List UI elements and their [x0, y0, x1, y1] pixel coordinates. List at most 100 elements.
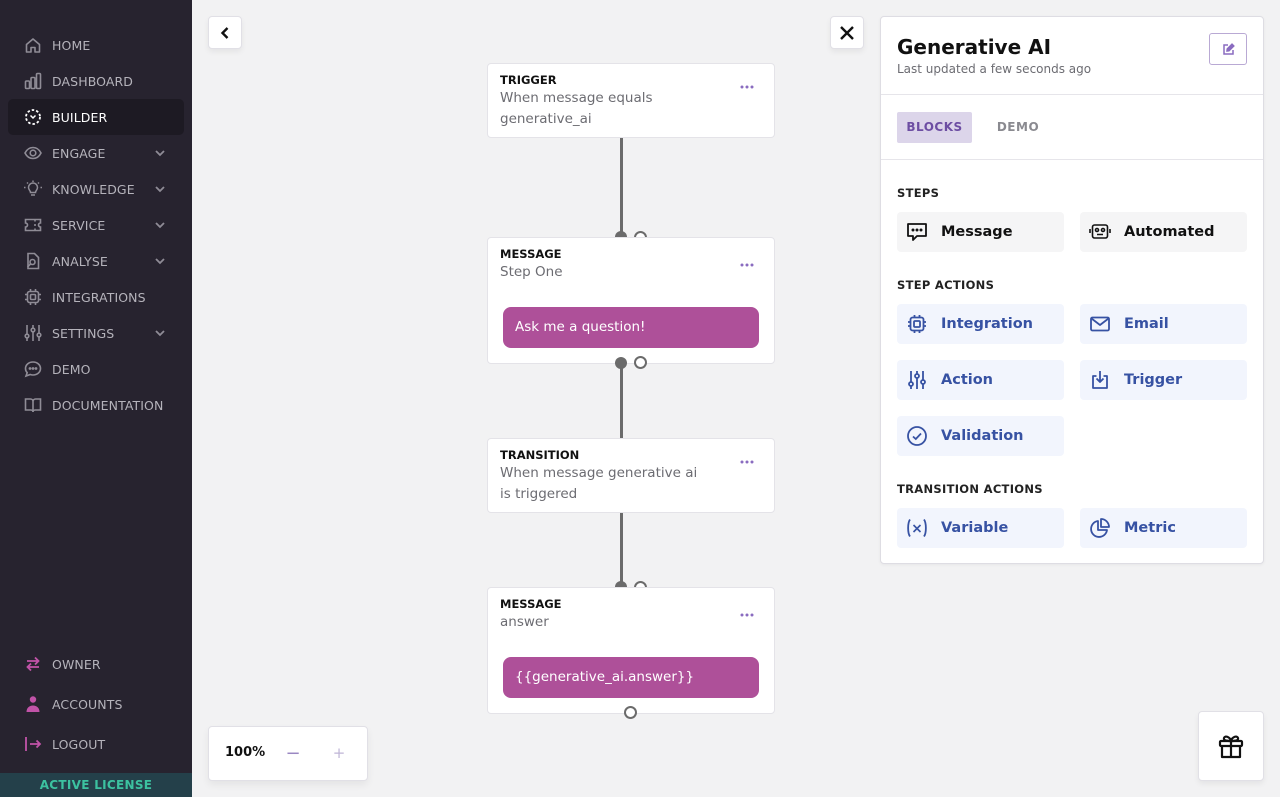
sidebar-item-label: HOME [52, 37, 91, 53]
active-license-badge: ACTIVE LICENSE [0, 773, 192, 797]
switch-arrows-icon [26, 656, 40, 672]
sidebar-item-accounts[interactable]: ACCOUNTS [8, 686, 184, 722]
connector-line [620, 363, 623, 438]
sidebar-item-label: SETTINGS [52, 325, 115, 341]
node-type: MESSAGE [500, 597, 562, 611]
block-label: Email [1124, 316, 1169, 332]
block-trigger[interactable]: Trigger [1080, 360, 1247, 400]
block-label: Variable [941, 520, 1009, 536]
flow-node-message[interactable]: MESSAGE answer {{generative_ai.answer}} [487, 587, 775, 714]
divider [881, 159, 1263, 160]
message-bubble[interactable]: Ask me a question! [503, 307, 759, 348]
section-label-step-actions: STEP ACTIONS [897, 278, 995, 292]
tab-blocks[interactable]: BLOCKS [897, 112, 972, 143]
chat-bubble-icon [24, 361, 42, 378]
sidebar-item-settings[interactable]: SETTINGS [8, 315, 184, 351]
connector-line [620, 137, 623, 237]
node-description: When message equals generative_ai [500, 90, 653, 127]
zoom-out-button[interactable]: − [285, 745, 301, 763]
divider [881, 94, 1263, 95]
flow-node-trigger[interactable]: TRIGGER When message equals generative_a… [487, 63, 775, 138]
zoom-in-button[interactable]: + [331, 744, 347, 762]
logout-icon [25, 737, 42, 751]
block-label: Message [941, 224, 1013, 240]
more-options-icon[interactable] [740, 84, 754, 90]
sidebar-item-knowledge[interactable]: KNOWLEDGE [8, 171, 184, 207]
panel-title: Generative AI [897, 35, 1052, 59]
sidebar-item-label: DASHBOARD [52, 73, 134, 89]
chip-icon [25, 289, 41, 305]
sidebar-item-label: DEMO [52, 361, 91, 377]
node-description: answer [500, 614, 549, 630]
block-email[interactable]: Email [1080, 304, 1247, 344]
tab-demo[interactable]: DEMO [985, 112, 1051, 143]
block-label: Validation [941, 428, 1024, 444]
whats-new-button[interactable] [1198, 711, 1264, 781]
flow-node-message[interactable]: MESSAGE Step One Ask me a question! [487, 237, 775, 364]
sidebar-item-owner[interactable]: OWNER [8, 646, 184, 682]
chevron-down-icon [155, 258, 165, 265]
chevron-down-icon [155, 222, 165, 229]
block-message[interactable]: Message [897, 212, 1064, 252]
sidebar-item-engage[interactable]: ENGAGE [8, 135, 184, 171]
book-icon [24, 398, 42, 413]
sliders-icon [908, 371, 926, 389]
download-box-icon [1092, 371, 1108, 389]
sidebar-item-demo[interactable]: DEMO [8, 351, 184, 387]
sidebar-item-label: ENGAGE [52, 145, 106, 161]
block-action[interactable]: Action [897, 360, 1064, 400]
back-button[interactable] [208, 16, 242, 49]
last-updated-text: Last updated a few seconds ago [897, 62, 1092, 76]
sidebar-item-label: LOGOUT [52, 736, 106, 752]
block-validation[interactable]: Validation [897, 416, 1064, 456]
sidebar-item-home[interactable]: HOME [8, 27, 184, 63]
sidebar: HOME DASHBOARD BUILDER ENGAGE KNOWLEDGE … [0, 0, 192, 797]
edit-icon [1222, 42, 1235, 55]
more-options-icon[interactable] [740, 612, 754, 618]
sidebar-item-service[interactable]: SERVICE [8, 207, 184, 243]
node-type: TRANSITION [500, 448, 580, 462]
node-description: When message generative ai is triggered [500, 465, 698, 502]
chevron-left-icon [220, 26, 229, 39]
edit-button[interactable] [1209, 33, 1247, 65]
block-label: Metric [1124, 520, 1176, 536]
flow-node-transition[interactable]: TRANSITION When message generative ai is… [487, 438, 775, 513]
zoom-level: 100% [225, 745, 266, 760]
ticket-icon [24, 218, 42, 232]
sidebar-item-label: SERVICE [52, 217, 106, 233]
block-label: Trigger [1124, 372, 1183, 388]
block-integration[interactable]: Integration [897, 304, 1064, 344]
sidebar-item-integrations[interactable]: INTEGRATIONS [8, 279, 184, 315]
robot-icon [1089, 224, 1111, 239]
block-metric[interactable]: Metric [1080, 508, 1247, 548]
section-label-steps: STEPS [897, 186, 940, 200]
sidebar-item-label: ANALYSE [52, 253, 108, 269]
sidebar-item-documentation[interactable]: DOCUMENTATION [8, 387, 184, 423]
home-icon [25, 38, 41, 53]
sliders-icon [24, 325, 42, 341]
gift-icon [1218, 735, 1244, 759]
file-search-icon [26, 252, 40, 270]
block-automated[interactable]: Automated [1080, 212, 1247, 252]
block-label: Automated [1124, 224, 1215, 240]
sidebar-item-builder[interactable]: BUILDER [8, 99, 184, 135]
sidebar-item-logout[interactable]: LOGOUT [8, 726, 184, 762]
block-label: Action [941, 372, 994, 388]
section-label-transition-actions: TRANSITION ACTIONS [897, 482, 1043, 496]
sidebar-item-dashboard[interactable]: DASHBOARD [8, 63, 184, 99]
more-options-icon[interactable] [740, 459, 754, 465]
sidebar-item-analyse[interactable]: ANALYSE [8, 243, 184, 279]
port-output[interactable] [634, 356, 647, 369]
blocks-panel: Generative AI Last updated a few seconds… [880, 16, 1264, 564]
port-output[interactable] [624, 706, 637, 719]
sidebar-item-label: ACCOUNTS [52, 696, 123, 712]
zoom-control: 100% − + [208, 726, 368, 781]
more-options-icon[interactable] [740, 262, 754, 268]
close-button[interactable] [830, 16, 864, 49]
check-circle-icon [907, 426, 927, 446]
sidebar-item-label: KNOWLEDGE [52, 181, 135, 197]
block-variable[interactable]: Variable [897, 508, 1064, 548]
sidebar-item-label: DOCUMENTATION [52, 397, 164, 413]
close-icon [840, 25, 854, 40]
message-bubble[interactable]: {{generative_ai.answer}} [503, 657, 759, 698]
